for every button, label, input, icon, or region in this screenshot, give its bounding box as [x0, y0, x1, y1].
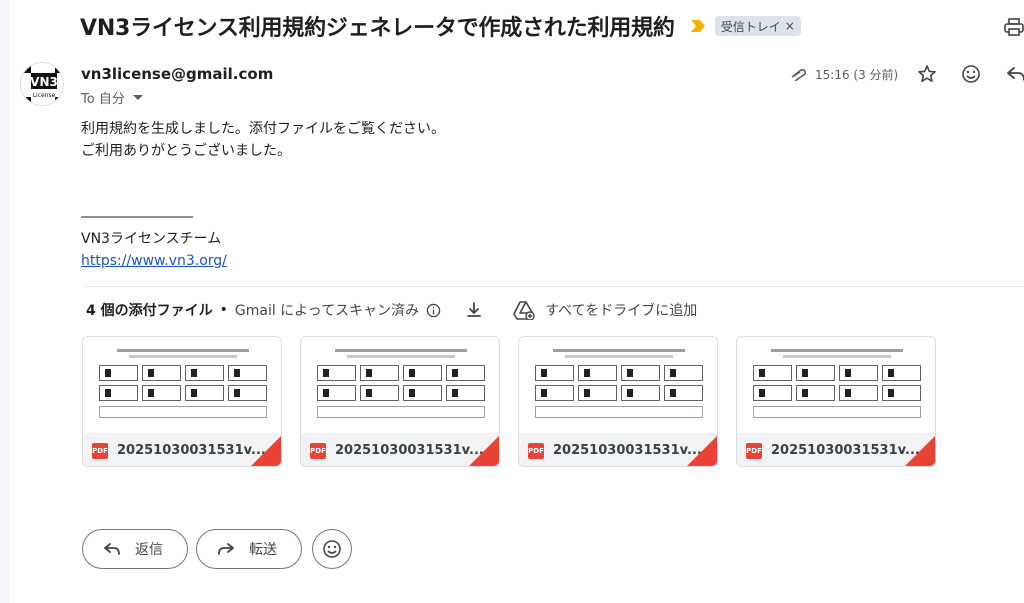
- pdf-icon: PDF: [92, 442, 108, 459]
- email-meta: 15:16 (3 分前): [786, 62, 898, 86]
- signature-link[interactable]: https://www.vn3.org/: [81, 253, 227, 269]
- add-to-drive-link[interactable]: すべてをドライブに追加: [545, 300, 697, 320]
- forward-label: 転送: [249, 542, 277, 558]
- page-fold-icon: [687, 436, 717, 466]
- recipient-text: To 自分: [81, 92, 125, 107]
- add-reaction-icon[interactable]: [961, 64, 981, 84]
- reply-icon: [104, 543, 120, 555]
- sender-email[interactable]: vn3license@gmail.com: [81, 65, 273, 83]
- attachment-card[interactable]: PDF 20251030031531v...: [300, 336, 500, 467]
- attachments-divider: [82, 286, 1024, 287]
- inbox-label-chip[interactable]: 受信トレイ ×: [714, 16, 801, 36]
- attachment-clip-icon: [791, 68, 807, 81]
- info-icon[interactable]: [426, 303, 441, 318]
- emoji-icon: [323, 540, 341, 558]
- remove-label-icon[interactable]: ×: [785, 19, 795, 33]
- attachment-card[interactable]: PDF 20251030031531v...: [82, 336, 282, 467]
- svg-text:VN3: VN3: [30, 75, 58, 89]
- star-icon[interactable]: [917, 64, 937, 84]
- reply-button[interactable]: 返信: [82, 529, 188, 569]
- left-rail: [0, 0, 9, 603]
- attachment-file-name: 20251030031531v...: [553, 443, 702, 458]
- print-icon[interactable]: [1004, 18, 1024, 36]
- email-body: 利用規約を生成しました。添付ファイルをご覧ください。 ご利用ありがとうございまし…: [81, 118, 445, 272]
- forward-button[interactable]: 転送: [196, 529, 302, 569]
- importance-marker-icon[interactable]: [690, 20, 705, 32]
- page-fold-icon: [905, 436, 935, 466]
- pdf-icon: PDF: [310, 442, 326, 459]
- signature-separator: ――――――――: [81, 209, 193, 225]
- attachment-thumbnail: [737, 337, 935, 433]
- attachment-file-name: 20251030031531v...: [335, 443, 484, 458]
- recipient-line[interactable]: To 自分: [81, 88, 143, 107]
- scan-status: Gmail によってスキャン済み: [234, 303, 420, 319]
- emoji-reaction-button[interactable]: [312, 529, 352, 569]
- reply-icon[interactable]: [1006, 66, 1024, 82]
- download-all-icon[interactable]: [465, 301, 483, 319]
- attachment-thumbnail: [83, 337, 281, 433]
- email-timestamp: 15:16 (3 分前): [815, 67, 899, 82]
- attachment-thumbnail: [301, 337, 499, 433]
- page-fold-icon: [251, 436, 281, 466]
- attachment-card[interactable]: PDF 20251030031531v...: [518, 336, 718, 467]
- email-subject: VN3ライセンス利用規約ジェネレータで作成された利用規約: [80, 16, 675, 41]
- attachment-card[interactable]: PDF 20251030031531v...: [736, 336, 936, 467]
- pdf-icon: PDF: [746, 442, 762, 459]
- pdf-icon: PDF: [528, 442, 544, 459]
- attachments-header: 4 個の添付ファイル • Gmail によってスキャン済み すべてをドライブに追…: [86, 299, 697, 321]
- add-to-drive-icon[interactable]: [513, 300, 535, 320]
- attachment-file-name: 20251030031531v...: [771, 443, 920, 458]
- attachments-count: 4 個の添付ファイル: [86, 303, 213, 319]
- reply-label: 返信: [135, 542, 163, 558]
- vn3-logo-icon: VN3 License: [21, 63, 63, 105]
- attachment-file-name: 20251030031531v...: [117, 443, 266, 458]
- attachment-thumbnail: [519, 337, 717, 433]
- svg-text:License: License: [33, 92, 56, 99]
- signature-name: VN3ライセンスチーム: [81, 231, 222, 247]
- separator-dot: •: [219, 302, 228, 318]
- chevron-down-icon[interactable]: [132, 95, 143, 100]
- body-line: ご利用ありがとうございました。: [81, 143, 291, 159]
- subject-row: VN3ライセンス利用規約ジェネレータで作成された利用規約 受信トレイ ×: [80, 8, 1024, 44]
- forward-icon: [218, 543, 234, 555]
- label-chip-text: 受信トレイ: [720, 19, 781, 34]
- sender-avatar[interactable]: VN3 License: [20, 62, 64, 106]
- page-fold-icon: [469, 436, 499, 466]
- body-line: 利用規約を生成しました。添付ファイルをご覧ください。: [81, 121, 445, 137]
